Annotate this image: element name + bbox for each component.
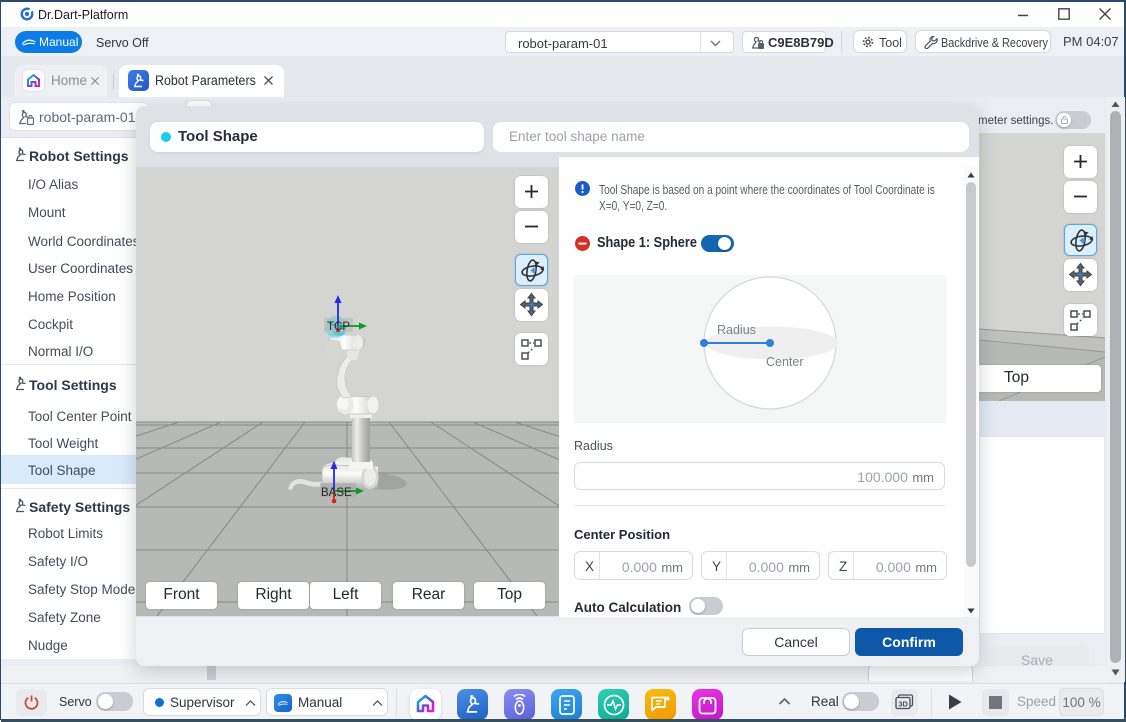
svg-text:TCP: TCP: [327, 321, 350, 333]
svg-text:Radius: Radius: [717, 323, 756, 337]
svg-text:BASE: BASE: [321, 487, 352, 499]
svg-text:3D: 3D: [898, 699, 908, 708]
svg-text:Center: Center: [766, 355, 804, 369]
